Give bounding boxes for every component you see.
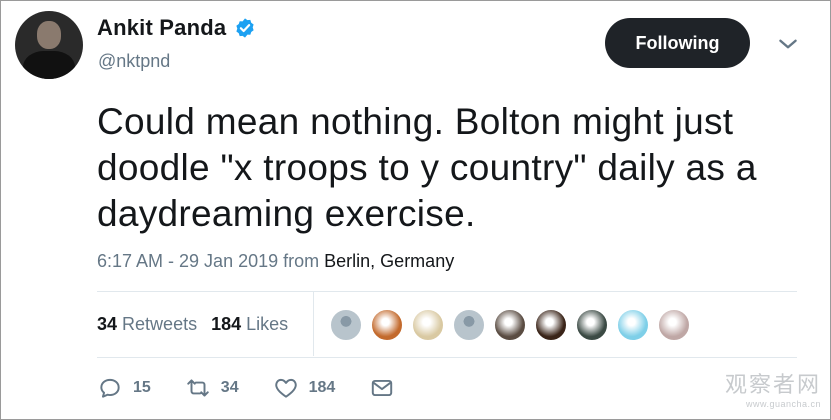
author-name-row: Ankit Panda: [97, 15, 256, 41]
liker-avatar[interactable]: [329, 308, 363, 342]
reply-count: 15: [133, 379, 151, 396]
reply-button[interactable]: 15: [97, 375, 151, 401]
retweet-icon: [187, 379, 209, 397]
tweet-text: Could mean nothing. Bolton might just do…: [97, 101, 757, 234]
liker-avatar[interactable]: [657, 308, 691, 342]
heart-icon: [274, 378, 297, 398]
liker-avatar[interactable]: [534, 308, 568, 342]
liker-avatar[interactable]: [616, 308, 650, 342]
retweets-label: Retweets: [122, 314, 198, 334]
action-bar: 15 34 184: [97, 375, 439, 401]
liker-avatar[interactable]: [452, 308, 486, 342]
liker-avatar[interactable]: [370, 308, 404, 342]
retweets-stat[interactable]: 34 Retweets: [97, 314, 197, 335]
stats-separator: [313, 292, 314, 356]
divider-bottom: [97, 357, 797, 358]
chevron-down-icon[interactable]: [775, 31, 801, 57]
likes-stat[interactable]: 184 Likes: [211, 314, 288, 335]
watermark-url: www.guancha.cn: [745, 399, 822, 409]
retweets-count: 34: [97, 314, 118, 334]
liker-avatars: [329, 308, 691, 342]
timestamp[interactable]: 6:17 AM - 29 Jan 2019: [97, 251, 278, 271]
watermark-text: 观察者网: [725, 373, 822, 398]
avatar-head: [37, 21, 61, 49]
retweet-count: 34: [220, 379, 239, 396]
tweet-meta: 6:17 AM - 29 Jan 2019 from Berlin, Germa…: [97, 251, 454, 272]
liker-avatar[interactable]: [575, 308, 609, 342]
reply-icon: [100, 378, 120, 398]
display-name[interactable]: Ankit Panda: [97, 15, 226, 41]
divider-top: [97, 291, 797, 292]
liker-avatar[interactable]: [411, 308, 445, 342]
likes-label: Likes: [246, 314, 289, 334]
site-watermark: 观察者网 www.guancha.cn: [725, 367, 821, 409]
verified-badge-icon: [236, 18, 254, 38]
avatar-body: [23, 51, 75, 79]
location-link[interactable]: Berlin, Germany: [324, 251, 454, 271]
like-count: 184: [308, 379, 336, 396]
engagement-stats: 34 Retweets 184 Likes: [97, 314, 288, 335]
like-button[interactable]: 184: [273, 375, 336, 401]
retweet-button[interactable]: 34: [185, 375, 239, 401]
avatar[interactable]: [15, 11, 83, 79]
from-label: from: [283, 251, 320, 271]
likes-count: 184: [211, 314, 242, 334]
user-handle[interactable]: @nktpnd: [98, 51, 170, 72]
direct-message-button[interactable]: [369, 375, 405, 401]
liker-avatar[interactable]: [493, 308, 527, 342]
tweet-card: Ankit Panda @nktpnd Following Could mean…: [0, 0, 831, 420]
following-button[interactable]: Following: [605, 18, 750, 68]
envelope-icon: [372, 379, 393, 397]
